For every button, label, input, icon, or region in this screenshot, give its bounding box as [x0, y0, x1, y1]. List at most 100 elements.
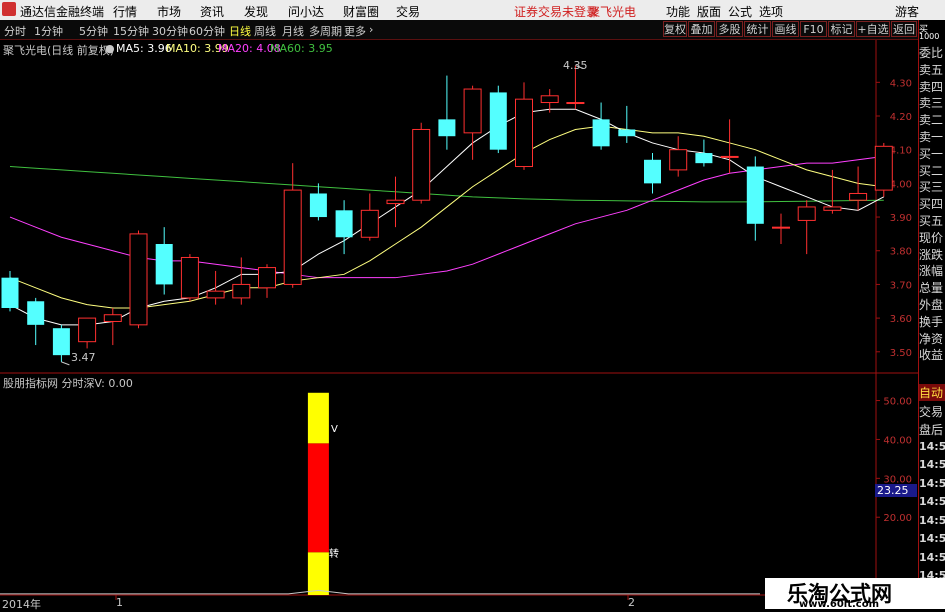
menu-quotes[interactable]: 行情: [113, 3, 137, 20]
period-monthly[interactable]: 月线: [282, 23, 304, 39]
low-leader-line: [61, 361, 70, 366]
menu-function[interactable]: 功能: [666, 3, 690, 20]
menu-discover[interactable]: 发现: [244, 3, 268, 20]
candle-body-up: [78, 317, 97, 343]
menu-news[interactable]: 资讯: [200, 3, 224, 20]
quote-label-17: 净资: [919, 331, 944, 346]
candle-body-down: [27, 301, 45, 325]
turn-marker: 转: [329, 549, 339, 560]
crosshair-value-badge: 23.25: [875, 484, 917, 497]
period-60min[interactable]: 60分钟: [189, 23, 225, 39]
tick-time: 14:56: [919, 476, 945, 490]
indicator-bar-segment: [307, 552, 329, 595]
quote-label-15: 外盘: [919, 298, 944, 312]
candle-body-up: [283, 189, 302, 285]
quote-label-3: 卖三: [919, 96, 944, 111]
candle-body-up: [669, 149, 688, 171]
indicator-tick-label: 50.00: [883, 397, 912, 408]
quote-label-4: 卖二: [919, 113, 944, 128]
menu-market[interactable]: 市场: [157, 3, 181, 20]
period-15min[interactable]: 15分钟: [113, 23, 149, 39]
period-weekly[interactable]: 周线: [254, 23, 276, 39]
trade-login-notice[interactable]: 证券交易未登录: [514, 3, 598, 20]
quote-label-14: 总量: [919, 281, 944, 296]
add-favorite-button[interactable]: +自选: [856, 21, 890, 37]
candle-body-down: [746, 166, 764, 224]
menu-trade[interactable]: 交易: [396, 3, 420, 20]
quote-label-8: 买三: [919, 180, 944, 195]
quote-label-2: 卖四: [919, 79, 944, 94]
restore-rights-button[interactable]: 复权: [663, 21, 687, 37]
quote-label-6: 买一: [919, 146, 944, 161]
candle-body-down: [309, 193, 327, 218]
trade-tab-2[interactable]: 盘后: [919, 421, 945, 438]
candle-body-down: [592, 119, 610, 147]
settings-circle-icon[interactable]: ●: [105, 42, 115, 55]
candle-body-down: [695, 153, 713, 164]
indicator-baseline: [0, 589, 760, 595]
candle-body-down: [335, 210, 353, 238]
tick-time: 14:56: [919, 532, 945, 545]
statistics-button[interactable]: 统计: [744, 21, 771, 37]
candle-body-up: [515, 98, 533, 168]
guest-link[interactable]: 游客: [895, 3, 919, 20]
period-daily[interactable]: 日线: [229, 23, 251, 39]
f10-button[interactable]: F10: [800, 21, 827, 37]
mark-button[interactable]: 标记: [828, 21, 855, 37]
app-title: 通达信金融终端: [20, 5, 105, 19]
candle-body-up: [360, 209, 379, 238]
menu-formula[interactable]: 公式: [728, 3, 752, 20]
trade-tab-1[interactable]: 交易: [919, 403, 945, 420]
price-tick-label: 3.90: [890, 213, 912, 224]
trade-tab-0[interactable]: 自动: [919, 384, 945, 401]
candle-body-up: [232, 283, 251, 299]
ma60-label: MA60: 3.95: [270, 42, 333, 55]
title-bar: 通达信金融终端 行情 市场 资讯 发现 问小达 财富圈 交易 证券交易未登录 聚…: [0, 0, 945, 20]
price-tick-label: 3.80: [890, 247, 912, 258]
candle-body-down: [155, 244, 173, 285]
candle-body-up: [566, 102, 585, 105]
multi-stock-button[interactable]: 多股: [716, 21, 743, 37]
period-5min[interactable]: 5分钟: [79, 23, 108, 39]
quote-label-16: 换手: [919, 314, 944, 329]
menu-options[interactable]: 选项: [759, 3, 783, 20]
price-tick-label: 4.00: [890, 179, 912, 190]
period-30min[interactable]: 30分钟: [152, 23, 188, 39]
axis-mark-2: 2: [628, 596, 635, 609]
quote-label-13: 涨幅: [919, 264, 944, 279]
candle-body-up: [463, 88, 482, 134]
candle-body-up: [129, 233, 148, 326]
axis-mark-1: 1: [116, 596, 123, 609]
candle-body-up: [540, 95, 559, 104]
price-tick-label: 4.30: [890, 78, 912, 89]
price-tick-label: 4.10: [890, 146, 912, 157]
period-1min[interactable]: 1分钟: [34, 23, 63, 39]
high-price-annotation: 4.35: [563, 59, 588, 72]
candle-body-up: [849, 192, 868, 201]
indicator-tick-label: 20.00: [883, 513, 912, 524]
tick-time: 14:56: [919, 439, 945, 453]
candle-body-up: [412, 128, 431, 201]
overlay-button[interactable]: 叠加: [688, 21, 715, 37]
ma5-label: MA5: 3.96: [116, 42, 172, 55]
quote-label-5: 卖一: [919, 130, 944, 144]
kline-chart[interactable]: 3.50 3.60 3.70 3.80 3.90 4.00 4.10 4.20 4.30 20.0…: [0, 40, 919, 609]
indicator-bar-segment: [307, 392, 329, 444]
period-multi[interactable]: 多周期: [309, 23, 342, 39]
menu-ask[interactable]: 问小达: [288, 3, 324, 20]
quote-label-12: 涨跌: [919, 247, 944, 262]
candle-body-down: [618, 129, 636, 137]
chart-title: 聚飞光电(日线 前复权): [3, 44, 115, 57]
candle-body-up: [258, 267, 276, 289]
menu-layout[interactable]: 版面: [697, 3, 721, 20]
axis-year-label: 2014年: [2, 598, 41, 611]
menu-wealth-circle[interactable]: 财富圈: [343, 3, 379, 20]
candle-body-down: [489, 92, 507, 150]
more-chevron-icon[interactable]: ›: [369, 23, 373, 36]
price-tick-label: 3.60: [890, 314, 912, 325]
tick-time: 14:56: [919, 458, 945, 471]
draw-line-button[interactable]: 画线: [772, 21, 799, 37]
period-intraday[interactable]: 分时: [4, 23, 26, 39]
period-more[interactable]: 更多: [344, 23, 366, 39]
back-button[interactable]: 返回: [891, 21, 917, 37]
